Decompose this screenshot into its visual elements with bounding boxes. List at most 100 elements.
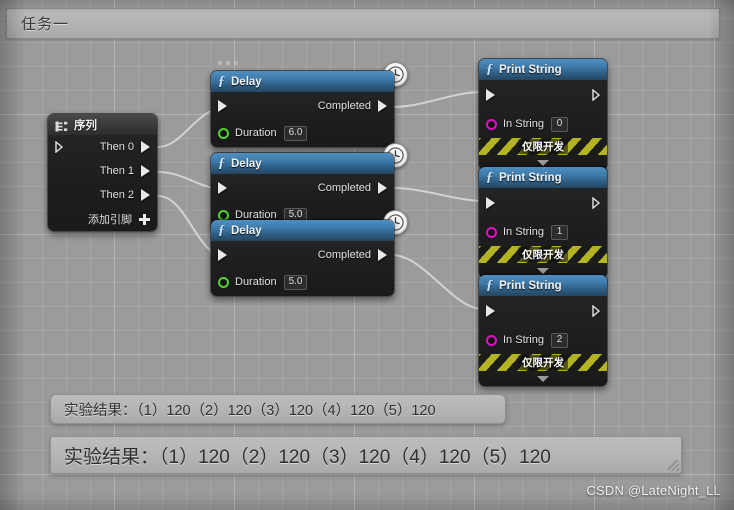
duration-pin[interactable]	[218, 276, 229, 288]
exec-in-pin[interactable]	[218, 99, 227, 112]
result-text-box-1[interactable]: 实验结果：（1）120（2）120（3）120（4）120（5）120	[50, 394, 506, 424]
development-only-label: 仅限开发	[518, 139, 568, 154]
sequence-node-header[interactable]: 序列	[48, 114, 157, 135]
print-2-exec-row[interactable]	[479, 188, 607, 218]
print-3-in-string-row[interactable]: In String 2	[479, 326, 607, 354]
exec-out-pin[interactable]	[592, 89, 601, 101]
result-text-1: 实验结果：（1）120（2）120（3）120（4）120（5）120	[64, 402, 436, 419]
print-1-in-string-row[interactable]: In String 0	[479, 110, 607, 138]
exec-in-pin[interactable]	[486, 197, 495, 209]
page-title: 任务一	[21, 16, 70, 33]
result-text-box-2[interactable]: 实验结果：（1）120（2）120（3）120（4）120（5）120	[50, 436, 682, 474]
delay-node-1[interactable]: ƒ Delay Completed Duration 6.0	[210, 70, 395, 148]
then-2-label: Then 2	[99, 189, 134, 201]
in-string-input[interactable]: 2	[550, 332, 568, 348]
function-f-icon: ƒ	[486, 277, 493, 293]
then-1-pin[interactable]	[141, 165, 150, 177]
function-f-icon: ƒ	[218, 155, 225, 171]
print-string-node-3-title: Print String	[499, 279, 562, 292]
exec-in-pin[interactable]	[486, 305, 495, 317]
in-string-pin[interactable]	[486, 118, 497, 130]
delay-node-1-body: Completed Duration 6.0	[211, 92, 394, 147]
in-string-input[interactable]: 0	[550, 116, 568, 132]
sequence-then-1-row[interactable]: Then 1	[48, 159, 157, 183]
then-2-pin[interactable]	[141, 189, 150, 201]
add-pin-label: 添加引脚	[88, 214, 132, 226]
development-only-label: 仅限开发	[518, 247, 568, 262]
then-1-label: Then 1	[99, 165, 134, 177]
blueprint-screenshot: 序列 Then 0 Then 1 Then 2 添加引脚 ƒ Delay Com…	[0, 0, 734, 510]
print-string-node-3-header[interactable]: ƒ Print String	[479, 275, 607, 296]
print-3-exec-row[interactable]	[479, 296, 607, 326]
delay-node-3[interactable]: ƒ Delay Completed Duration 5.0	[210, 219, 395, 297]
completed-label: Completed	[317, 99, 371, 112]
sequence-then-2-row[interactable]: Then 2	[48, 183, 157, 207]
print-string-node-1-header[interactable]: ƒ Print String	[479, 59, 607, 80]
add-pin-button[interactable]: 添加引脚	[48, 207, 157, 231]
duration-input[interactable]: 6.0	[283, 125, 308, 141]
exec-in-pin[interactable]	[218, 181, 227, 194]
delay-2-exec-row[interactable]: Completed	[211, 174, 394, 201]
delay-node-1-title: Delay	[231, 75, 262, 88]
then-0-label: Then 0	[99, 141, 134, 153]
print-string-node-2-header[interactable]: ƒ Print String	[479, 167, 607, 188]
exec-in-pin[interactable]	[55, 141, 64, 153]
delay-1-exec-row[interactable]: Completed	[211, 92, 394, 119]
completed-label: Completed	[317, 248, 371, 261]
in-string-label: In String	[503, 226, 544, 238]
in-string-value: 1	[556, 226, 563, 237]
in-string-value: 0	[556, 118, 563, 129]
delay-node-1-header[interactable]: ƒ Delay	[211, 71, 394, 92]
duration-value: 5.0	[288, 276, 303, 287]
exec-out-pin[interactable]	[592, 305, 601, 317]
in-string-input[interactable]: 1	[550, 224, 568, 240]
development-only-band: 仅限开发	[479, 246, 607, 263]
in-string-label: In String	[503, 118, 544, 130]
triangle-down-icon[interactable]	[537, 267, 549, 274]
function-f-icon: ƒ	[218, 73, 225, 89]
expand-node-button[interactable]	[479, 371, 607, 386]
result-text-2: 实验结果：（1）120（2）120（3）120（4）120（5）120	[64, 446, 551, 468]
function-f-icon: ƒ	[486, 61, 493, 77]
resize-grip-icon[interactable]	[668, 460, 679, 471]
function-f-icon: ƒ	[486, 169, 493, 185]
completed-label: Completed	[317, 181, 371, 194]
triangle-down-icon[interactable]	[537, 159, 549, 166]
print-string-node-3[interactable]: ƒ Print String In String 2 仅限开发	[478, 274, 608, 387]
duration-value: 6.0	[288, 127, 303, 138]
sequence-icon	[55, 119, 68, 132]
delay-node-3-body: Completed Duration 5.0	[211, 241, 394, 296]
exec-in-pin[interactable]	[486, 89, 495, 101]
completed-pin[interactable]	[378, 248, 387, 261]
exec-out-pin[interactable]	[592, 197, 601, 209]
sequence-node[interactable]: 序列 Then 0 Then 1 Then 2 添加引脚	[47, 113, 158, 232]
duration-input[interactable]: 5.0	[283, 274, 308, 290]
completed-pin[interactable]	[378, 99, 387, 112]
in-string-pin[interactable]	[486, 226, 497, 238]
delay-node-3-header[interactable]: ƒ Delay	[211, 220, 394, 241]
print-1-exec-row[interactable]	[479, 80, 607, 110]
triangle-down-icon[interactable]	[537, 375, 549, 382]
print-2-in-string-row[interactable]: In String 1	[479, 218, 607, 246]
print-string-node-1-body: In String 0 仅限开发	[479, 80, 607, 170]
in-string-label: In String	[503, 334, 544, 346]
function-f-icon: ƒ	[218, 222, 225, 238]
then-0-pin[interactable]	[141, 141, 150, 153]
sequence-exec-in-row[interactable]: Then 0	[48, 135, 157, 159]
delay-1-duration-row[interactable]: Duration 6.0	[211, 119, 394, 147]
exec-in-pin[interactable]	[218, 248, 227, 261]
development-only-band: 仅限开发	[479, 354, 607, 371]
print-string-node-2-body: In String 1 仅限开发	[479, 188, 607, 278]
delay-node-2-title: Delay	[231, 157, 262, 170]
delay-3-exec-row[interactable]: Completed	[211, 241, 394, 268]
print-string-node-2[interactable]: ƒ Print String In String 1 仅限开发	[478, 166, 608, 279]
delay-3-duration-row[interactable]: Duration 5.0	[211, 268, 394, 296]
duration-pin[interactable]	[218, 127, 229, 139]
window-title-bar: 任务一	[6, 8, 720, 39]
completed-pin[interactable]	[378, 181, 387, 194]
delay-node-3-title: Delay	[231, 224, 262, 237]
delay-node-2-header[interactable]: ƒ Delay	[211, 153, 394, 174]
plus-icon[interactable]	[139, 213, 150, 225]
in-string-pin[interactable]	[486, 334, 497, 346]
print-string-node-1[interactable]: ƒ Print String In String 0 仅限开发	[478, 58, 608, 171]
